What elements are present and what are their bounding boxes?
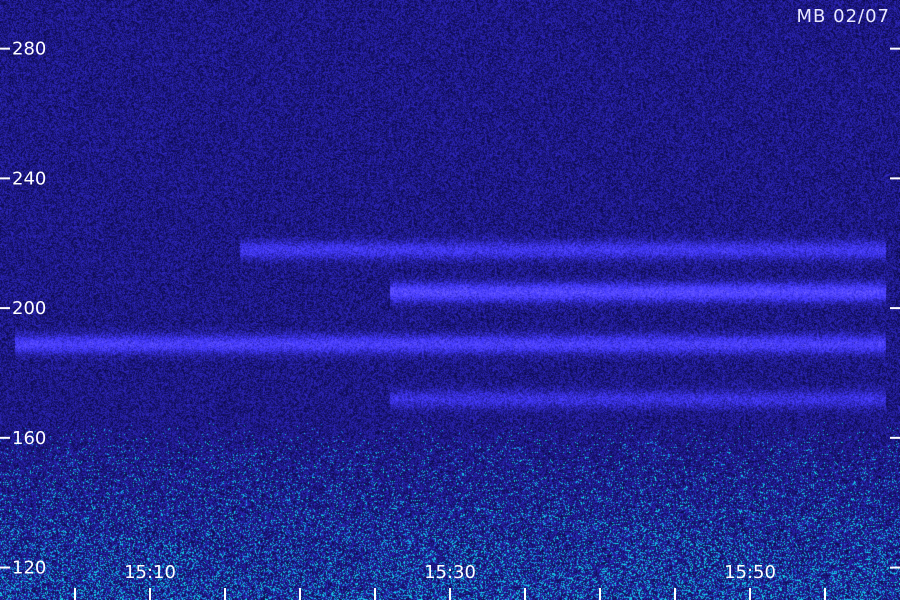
y-tick-label: 200 xyxy=(12,298,46,319)
x-tick-label: 15:50 xyxy=(724,562,776,583)
y-tick-label: 160 xyxy=(12,428,46,449)
x-tick-label: 15:30 xyxy=(424,562,476,583)
axes-overlay: 120 160 200 240 280 15:10 15:30 15:50 xyxy=(0,39,900,600)
y-tick-label: 240 xyxy=(12,168,46,189)
station-date-stamp: MB 02/07 xyxy=(796,6,890,27)
x-tick-label: 15:10 xyxy=(124,562,176,583)
spectrogram-panel: 120 160 200 240 280 15:10 15:30 15:50 MB 02/07 xyxy=(0,0,900,600)
y-tick-label: 280 xyxy=(12,39,46,60)
y-tick-label: 120 xyxy=(12,558,46,579)
